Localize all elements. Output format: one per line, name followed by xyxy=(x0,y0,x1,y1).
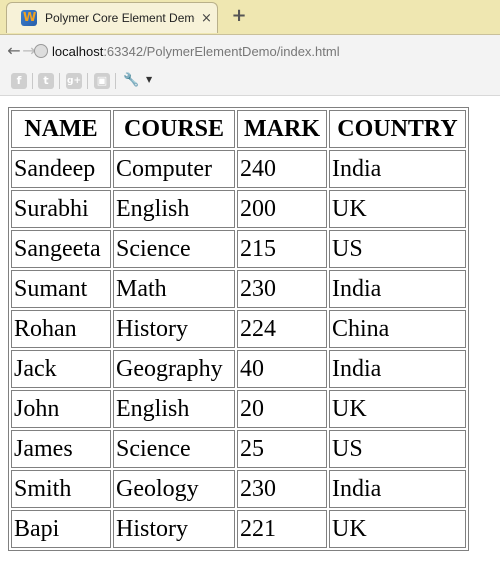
google-plus-icon[interactable]: g+ xyxy=(66,73,82,89)
header-mark: MARK xyxy=(237,110,327,148)
cell-course: Science xyxy=(113,230,235,268)
twitter-icon[interactable]: t xyxy=(38,73,54,89)
bookmark-separator xyxy=(115,73,116,89)
cell-course: Geography xyxy=(113,350,235,388)
table-row: John English 20 UK xyxy=(11,390,466,428)
tab-title: Polymer Core Element Demo: ... xyxy=(45,11,195,25)
cell-name: Sandeep xyxy=(11,150,111,188)
cell-mark: 20 xyxy=(237,390,327,428)
cell-country: UK xyxy=(329,510,466,548)
table-row: Sumant Math 230 India xyxy=(11,270,466,308)
table-row: Sangeeta Science 215 US xyxy=(11,230,466,268)
bookmark-separator xyxy=(59,73,60,89)
table-row: Rohan History 224 China xyxy=(11,310,466,348)
cell-name: Surabhi xyxy=(11,190,111,228)
new-tab-button[interactable]: + xyxy=(230,7,248,25)
table-row: Sandeep Computer 240 India xyxy=(11,150,466,188)
cell-mark: 224 xyxy=(237,310,327,348)
cell-mark: 215 xyxy=(237,230,327,268)
cell-name: Jack xyxy=(11,350,111,388)
cell-mark: 230 xyxy=(237,470,327,508)
cell-name: Smith xyxy=(11,470,111,508)
cell-name: John xyxy=(11,390,111,428)
cell-mark: 200 xyxy=(237,190,327,228)
page-globe-icon xyxy=(34,44,48,58)
table-row: Jack Geography 40 India xyxy=(11,350,466,388)
cell-country: UK xyxy=(329,190,466,228)
browser-tab[interactable]: Polymer Core Element Demo: ... × xyxy=(6,2,218,33)
close-tab-icon[interactable]: × xyxy=(201,11,212,26)
table-row: Surabhi English 200 UK xyxy=(11,190,466,228)
facebook-icon[interactable]: f xyxy=(11,73,27,89)
student-table: NAME COURSE MARK COUNTRY Sandeep Compute… xyxy=(8,107,469,551)
bookmark-separator xyxy=(32,73,33,89)
bookmark-separator xyxy=(87,73,88,89)
cell-mark: 221 xyxy=(237,510,327,548)
address-toolbar: ← → localhost :63342/PolymerElementDemo/… xyxy=(0,35,500,67)
cell-country: US xyxy=(329,230,466,268)
page-content: NAME COURSE MARK COUNTRY Sandeep Compute… xyxy=(0,96,500,579)
cell-mark: 230 xyxy=(237,270,327,308)
header-country: COUNTRY xyxy=(329,110,466,148)
table-row: Bapi History 221 UK xyxy=(11,510,466,548)
table-row: James Science 25 US xyxy=(11,430,466,468)
cell-course: History xyxy=(113,310,235,348)
url-path: :63342/PolymerElementDemo/index.html xyxy=(103,43,340,59)
cell-course: Science xyxy=(113,430,235,468)
cell-name: Bapi xyxy=(11,510,111,548)
cell-name: Rohan xyxy=(11,310,111,348)
cell-course: History xyxy=(113,510,235,548)
address-bar[interactable]: localhost :63342/PolymerElementDemo/inde… xyxy=(28,40,493,62)
bookmarks-bar: f t g+ ▣ 🔧 ▼ xyxy=(0,67,500,96)
cell-country: China xyxy=(329,310,466,348)
cell-mark: 25 xyxy=(237,430,327,468)
cell-mark: 40 xyxy=(237,350,327,388)
cell-country: US xyxy=(329,430,466,468)
table-row: Smith Geology 230 India xyxy=(11,470,466,508)
cell-name: Sangeeta xyxy=(11,230,111,268)
cell-mark: 240 xyxy=(237,150,327,188)
cell-country: India xyxy=(329,270,466,308)
url-host: localhost xyxy=(52,43,104,59)
header-course: COURSE xyxy=(113,110,235,148)
cell-country: India xyxy=(329,350,466,388)
webstorm-favicon-icon xyxy=(21,10,37,26)
cell-course: Geology xyxy=(113,470,235,508)
cell-course: English xyxy=(113,190,235,228)
cell-name: James xyxy=(11,430,111,468)
table-header-row: NAME COURSE MARK COUNTRY xyxy=(11,110,466,148)
cell-course: English xyxy=(113,390,235,428)
cell-country: India xyxy=(329,470,466,508)
cell-country: India xyxy=(329,150,466,188)
cell-course: Computer xyxy=(113,150,235,188)
cell-country: UK xyxy=(329,390,466,428)
cell-course: Math xyxy=(113,270,235,308)
wrench-icon[interactable]: 🔧 xyxy=(123,73,139,89)
header-name: NAME xyxy=(11,110,111,148)
share-icon[interactable]: ▣ xyxy=(94,73,110,89)
tab-strip: Polymer Core Element Demo: ... × + xyxy=(0,0,500,35)
cell-name: Sumant xyxy=(11,270,111,308)
chevron-down-icon[interactable]: ▼ xyxy=(146,75,152,84)
